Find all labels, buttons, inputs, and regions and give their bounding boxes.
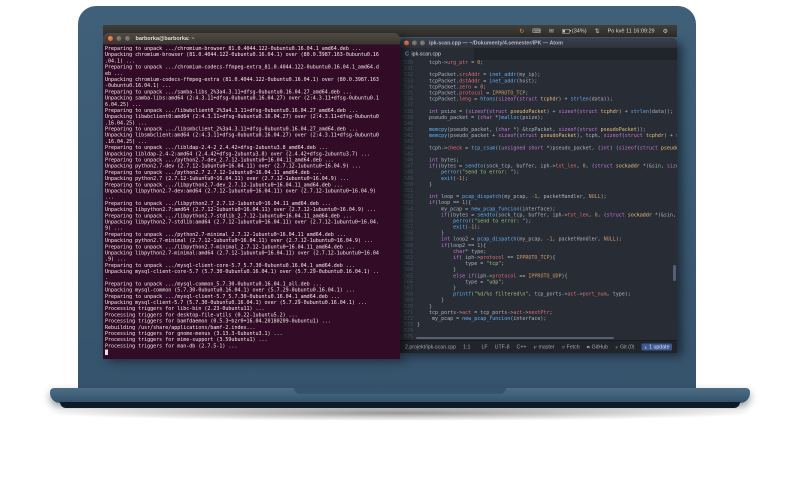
editor-tab-bar: C ipk-scan.cpp [400, 48, 677, 60]
terminal-line [105, 349, 400, 356]
code-row: 542 memcpy(pseudo_packet + sizeof(struct… [400, 133, 677, 139]
terminal-line: Preparing to unpack .../chromium-codecs-… [105, 64, 379, 71]
terminal-output-area[interactable]: Preparing to unpack .../chromium-browser… [103, 45, 400, 359]
terminal-minimize-button[interactable] [116, 36, 122, 41]
code-editor-area[interactable]: 530 tcph->urg_ptr = 0; 531 532 tcpPacket.s… [400, 60, 677, 340]
messaging-menu-icon: ✉ [548, 27, 554, 35]
tab-ipk-scan[interactable]: C ipk-scan.cpp [400, 48, 475, 60]
status-item-lf[interactable]: LF [482, 344, 488, 350]
editor-titlebar[interactable]: ipk-scan.cpp — ~/Dokumenty/4.semester/IP… [400, 38, 677, 48]
software-update-icon: ↻ [519, 27, 525, 35]
status-item-label: Git (0) [619, 344, 635, 350]
code-line: pseudo_packet = (char *)malloc(psize); [417, 114, 544, 121]
status-cursor-position[interactable]: 1:1 [463, 344, 470, 350]
terminal-line: Unpacking samba-libs:amd64 (2:4.3.11+dfs… [105, 95, 379, 102]
messaging-menu-icon[interactable]: ✉ [549, 28, 554, 34]
session-gear-icon[interactable]: ⚙ [663, 28, 668, 34]
editor-vertical-scrollbar[interactable] [673, 265, 676, 281]
status-item-label: Fetch [566, 344, 580, 350]
code-line: my_pcap = new_pcap_funcion(interface); [417, 315, 547, 322]
terminal-line: Unpacking libsmbclient:amd64 (2:4.3.11+d… [105, 132, 379, 139]
editor-horizontal-scrollbar[interactable] [416, 337, 614, 339]
status-file-path[interactable]: 2.projekt/ipk-scan.cpp [405, 344, 456, 350]
clock-label: Po kvě 11 16:09:29 [607, 28, 655, 34]
network-indicator-icon[interactable]: ⇅ [595, 28, 600, 34]
editor-window: ipk-scan.cpp — ~/Dokumenty/4.semester/IP… [400, 38, 677, 353]
status-item-master[interactable]: master [533, 344, 555, 350]
code-line: memcpy(pseudo_packet + sizeof(struct pse… [429, 133, 677, 139]
status-item-label: UTF-8 [494, 344, 510, 350]
editor-close-button[interactable] [404, 40, 409, 46]
tab-label: ipk-scan.cpp [411, 51, 441, 57]
terminal-maximize-button[interactable] [125, 36, 130, 41]
github-icon [586, 345, 591, 349]
laptop-mockup: ↻ ⌨ ✉ (34%) ⇅ Po kvě 11 16:09:29 ⚙ barborka@ba… [0, 0, 800, 477]
laptop-base-edge [60, 402, 740, 408]
software-update-icon[interactable]: ↻ [519, 28, 524, 34]
network-indicator-icon: ⇅ [594, 27, 600, 35]
terminal-line: Unpacking mysql-client-core-5.7 (5.7.30-… [105, 269, 379, 275]
update-icon [644, 345, 648, 349]
editor-minimize-button[interactable] [412, 40, 417, 46]
keyboard-indicator-icon: ⌨ [532, 27, 541, 35]
code-line: tcph->check = tcp_csum((unsigned short *… [417, 145, 677, 151]
status-right-items: LF UTF-8 C++ master Fetch GitHub Git (0) 1 upda… [482, 343, 672, 351]
status-item-git-0-[interactable]: Git (0) [615, 344, 635, 350]
sync-icon [561, 345, 566, 349]
status-item-github[interactable]: GitHub [586, 344, 608, 350]
clock-indicator[interactable]: Po kvě 11 16:09:29 [608, 28, 655, 34]
terminal-window-title: barborka@barborka: ~ [135, 35, 195, 42]
laptop-hinge-notch [294, 388, 506, 394]
terminal-line: Unpacking python2.7-minimal (2.7.12-1ubu… [105, 238, 373, 244]
code-line: } [417, 322, 421, 328]
code-line: printf("%d/%s filtered\n", tcp_ports->ac… [453, 291, 631, 298]
terminal-line: Unpacking python2.7-dev (2.7.12-1ubuntu0… [105, 163, 361, 170]
terminal-line: Unpacking libwbclient0:amd64 (2:4.3.11+d… [105, 114, 379, 120]
status-item-fetch[interactable]: Fetch [561, 344, 580, 350]
line-number: 575 [403, 334, 413, 340]
laptop-base [50, 388, 750, 403]
status-item-1-update[interactable]: 1 update [641, 343, 672, 351]
status-item-label: C++ [516, 344, 527, 350]
terminal-cursor [105, 349, 108, 356]
terminal-window: barborka@barborka: ~ Preparing to unpack… [103, 33, 400, 359]
battery-indicator[interactable]: (34%) [561, 28, 587, 34]
code-line: tcpPacket.leng = htons(sizeof(struct tcp… [417, 96, 613, 103]
diff-icon [615, 345, 619, 349]
branch-icon [533, 345, 537, 349]
status-item-label: 1 update [649, 344, 670, 350]
status-item-label: LF [481, 344, 488, 350]
keyboard-indicator-icon[interactable]: ⌨ [532, 28, 541, 34]
status-item-utf-8[interactable]: UTF-8 [495, 344, 510, 350]
battery-icon [561, 28, 571, 34]
battery-percentage: (34%) [571, 28, 587, 34]
terminal-close-button[interactable] [108, 36, 113, 41]
status-item-label: GitHub [591, 344, 608, 350]
c-file-icon: C [405, 51, 409, 57]
terminal-titlebar[interactable]: barborka@barborka: ~ [103, 33, 400, 45]
editor-maximize-button[interactable] [420, 40, 425, 46]
session-gear-icon: ⚙ [662, 27, 668, 35]
code-line: } [417, 181, 433, 188]
status-item-label: master [538, 344, 555, 350]
code-row: 544 tcph->check = tcp_csum((unsigned sho… [400, 145, 677, 151]
status-item-c-[interactable]: C++ [517, 344, 527, 350]
terminal-line: Unpacking libpython2.7:amd64 (2.7.12-1ub… [105, 207, 376, 213]
terminal-line: Unpacking chromium-browser (81.0.4044.12… [105, 52, 379, 58]
terminal-line: Unpacking libpython2.7-minimal:amd64 (2.… [105, 250, 379, 256]
terminal-line: Unpacking libpython2.7-stdlib:amd64 (2.7… [105, 219, 379, 225]
terminal-line: Unpacking libpython2.7-dev:amd64 (2.7.12… [105, 188, 376, 194]
code-line: tcph->urg_ptr = 0; [417, 60, 484, 66]
editor-window-title: ipk-scan.cpp — ~/Dokumenty/4.semester/IP… [429, 40, 563, 46]
editor-status-bar: 2.projekt/ipk-scan.cpp 1:1 LF UTF-8 C++ mas… [400, 340, 677, 353]
